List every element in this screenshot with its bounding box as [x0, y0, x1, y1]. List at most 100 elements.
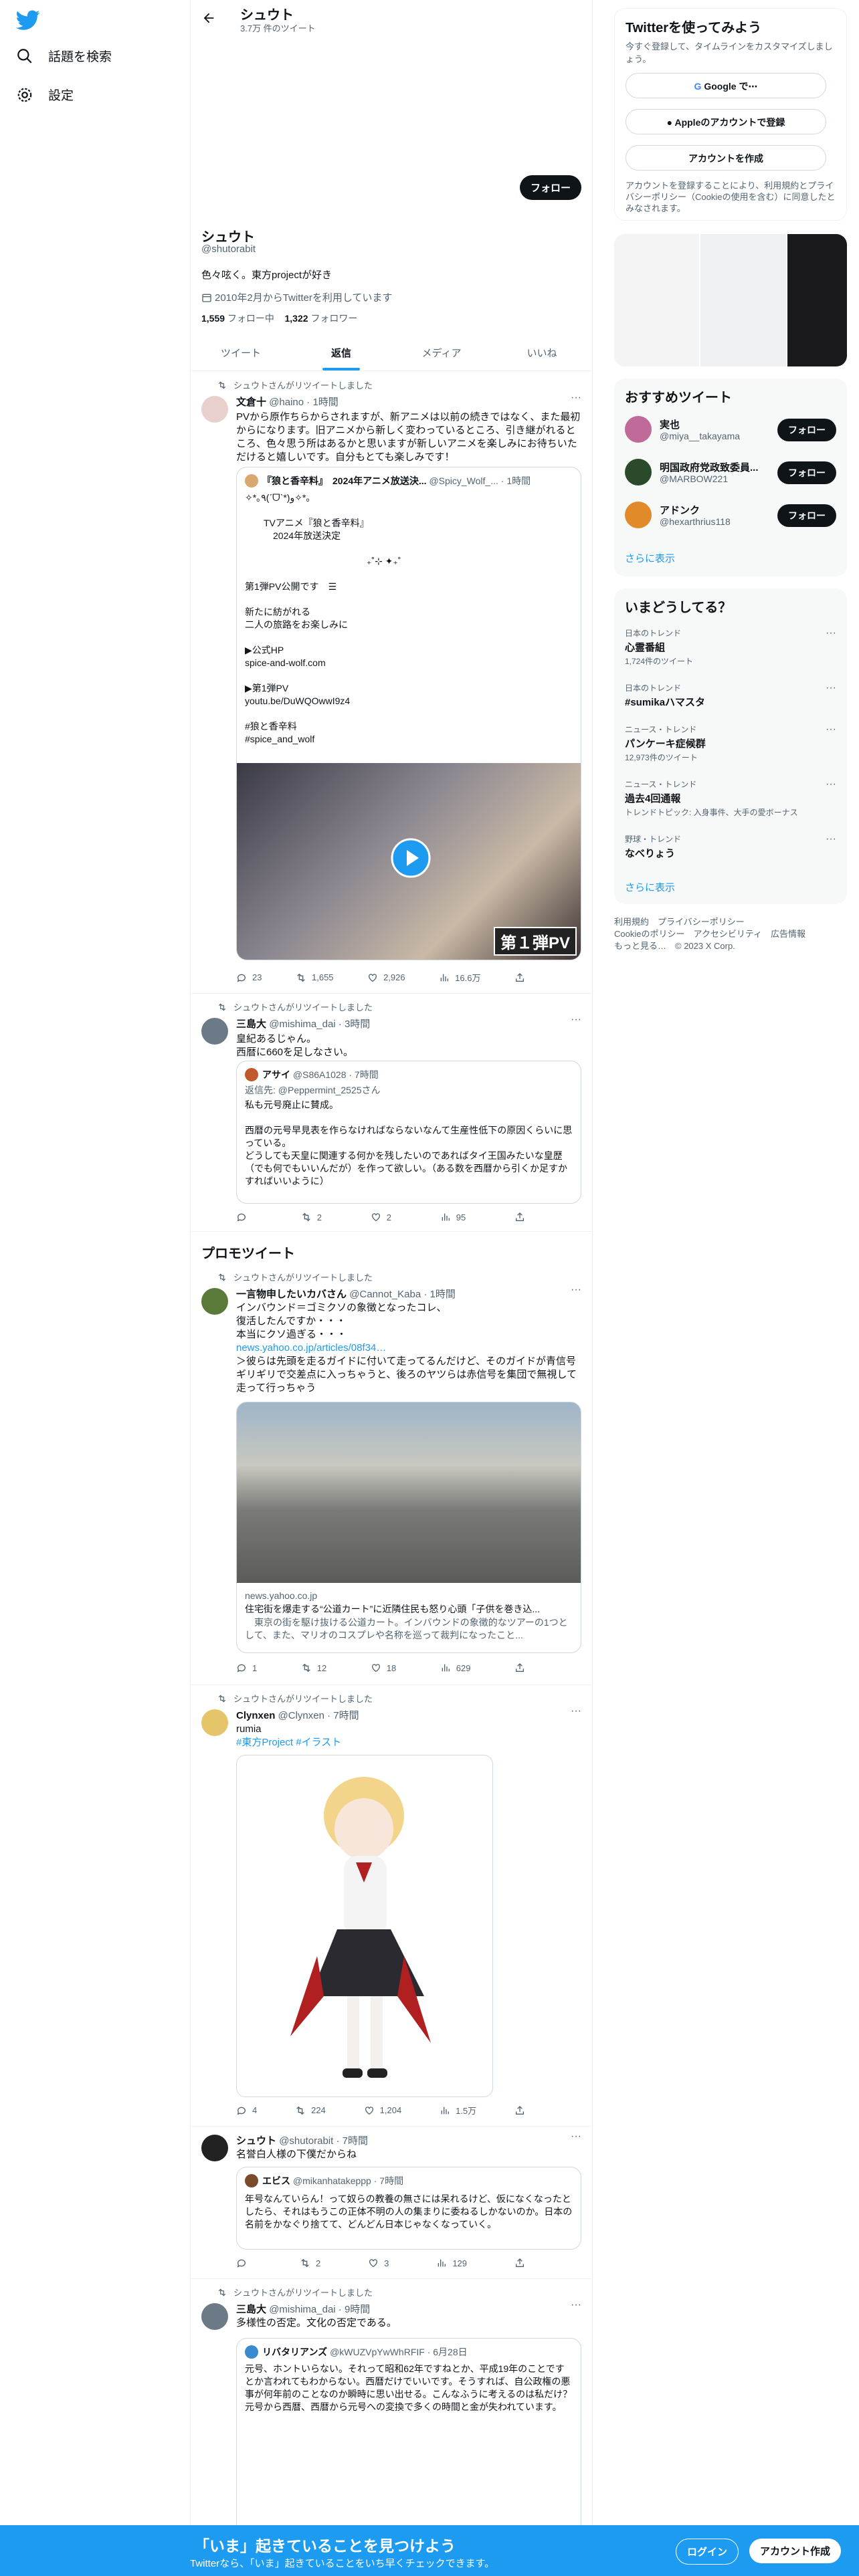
play-icon[interactable] — [391, 838, 431, 878]
apple-signup-button[interactable]: ● Appleのアカウントで登録 — [626, 109, 826, 134]
reply-button[interactable]: 1 — [236, 1662, 257, 1673]
profile-handle: @shutorabit — [201, 243, 256, 255]
more-options-icon[interactable]: ··· — [571, 1284, 581, 1296]
following-link[interactable]: 1,559 フォロー中 — [201, 313, 274, 324]
who-item[interactable]: 明国政府党政致委員... @MARBOW221 フォロー — [625, 456, 836, 488]
signup-button[interactable]: アカウント作成 — [749, 2539, 842, 2563]
google-signup-button[interactable]: G Google で⋯ — [626, 73, 826, 98]
trends-show-more[interactable]: さらに表示 — [625, 880, 675, 894]
avatar[interactable] — [201, 1018, 228, 1045]
retweet-button[interactable]: 1,655 — [296, 971, 334, 984]
avatar[interactable] — [201, 2303, 228, 2330]
who-follow-button[interactable]: フォロー — [777, 419, 836, 441]
twitter-logo-icon[interactable] — [16, 8, 40, 32]
trend-item[interactable]: 野球・トレンド なべりょう ··· — [625, 833, 836, 861]
tweet-4[interactable]: シュウトさんがリツイートしました Clynxen @Clynxen · 7時間 … — [191, 1685, 592, 2127]
tweet-author[interactable]: Clynxen @Clynxen · 7時間 — [236, 1708, 359, 1722]
tweet-3[interactable]: シュウトさんがリツイートしました 一言物申したいカバさん @Cannot_Kab… — [191, 1268, 592, 1685]
like-button[interactable]: 3 — [368, 2258, 389, 2268]
media-thumb[interactable] — [700, 234, 786, 366]
avatar[interactable] — [625, 459, 652, 486]
like-button[interactable]: 18 — [371, 1662, 396, 1673]
retweet-button[interactable]: 224 — [295, 2104, 326, 2117]
share-button[interactable] — [514, 2104, 531, 2117]
reply-button[interactable] — [236, 2258, 252, 2268]
who-item[interactable]: 実也 @miya__takayama フォロー — [625, 413, 836, 445]
share-button[interactable] — [514, 2258, 531, 2268]
more-options-icon[interactable]: ··· — [571, 392, 581, 404]
hashtags[interactable]: #東方Project #イラスト — [236, 1736, 581, 1749]
who-item[interactable]: アドンク @hexarthrius118 フォロー — [625, 499, 836, 531]
tab-replies[interactable]: 返信 — [291, 336, 391, 370]
more-options-icon[interactable]: ··· — [571, 1705, 581, 1717]
share-button[interactable] — [514, 971, 531, 984]
tweet-author[interactable]: 一言物申したいカバさん @Cannot_Kaba · 1時間 — [236, 1287, 456, 1301]
login-button[interactable]: ログイン — [676, 2539, 739, 2565]
tweet-author[interactable]: 文倉十 @haino · 1時間 — [236, 395, 339, 409]
video-thumbnail[interactable]: 第１弾PV — [237, 763, 581, 960]
avatar[interactable] — [201, 1288, 228, 1315]
link-card[interactable]: news.yahoo.co.jp 住宅街を爆走する“公道カート”に近隣住民も怒り… — [236, 1402, 581, 1653]
avatar[interactable] — [201, 2135, 228, 2161]
footer-links[interactable]: 利用規約 プライバシーポリシー Cookieのポリシー アクセシビリティ 広告情… — [614, 916, 847, 952]
tab-tweets[interactable]: ツイート — [191, 336, 291, 370]
retweet-button[interactable]: 2 — [301, 1212, 322, 1222]
followers-link[interactable]: 1,322 フォロワー — [285, 313, 358, 324]
views-button[interactable]: 1.5万 — [440, 2104, 476, 2117]
quoted-tweet[interactable]: エビス @mikanhatakeppp · 7時間 年号なんていらん！って奴らの… — [236, 2167, 581, 2250]
avatar[interactable] — [201, 1709, 228, 1736]
quoted-tweet[interactable]: アサイ @S86A1028 · 7時間 返信先: @Peppermint_252… — [236, 1061, 581, 1204]
tweet-2[interactable]: シュウトさんがリツイートしました 三島大 @mishima_dai · 3時間 … — [191, 994, 592, 1232]
trend-item[interactable]: 日本のトレンド #sumikaハマスタ ··· — [625, 682, 836, 710]
more-options-icon[interactable]: ··· — [826, 627, 836, 639]
trend-item[interactable]: ニュース・トレンド 過去4回通報 トレンドトピック: 入身事件、大手の愛ボーナス ··… — [625, 778, 836, 818]
more-options-icon[interactable]: ··· — [571, 2299, 581, 2311]
like-button[interactable]: 2 — [371, 1212, 391, 1222]
avatar[interactable] — [625, 502, 652, 528]
back-arrow-icon[interactable] — [201, 11, 216, 25]
more-options-icon[interactable]: ··· — [826, 682, 836, 694]
retweet-button[interactable]: 2 — [300, 2258, 320, 2268]
tweet-5[interactable]: シュウト @shutorabit · 7時間 ··· 名誉白人様の下僕だからね … — [191, 2127, 592, 2279]
media-thumb[interactable] — [614, 234, 700, 366]
who-show-more[interactable]: さらに表示 — [625, 551, 675, 565]
views-button[interactable]: 95 — [440, 1212, 466, 1222]
article-link[interactable]: news.yahoo.co.jp/articles/08f34… — [236, 1341, 581, 1355]
tweet-author[interactable]: 三島大 @mishima_dai · 3時間 — [236, 1016, 370, 1031]
views-button[interactable]: 16.6万 — [439, 971, 480, 984]
more-options-icon[interactable]: ··· — [826, 833, 836, 845]
like-button[interactable]: 2,926 — [367, 971, 405, 984]
tab-likes[interactable]: いいね — [492, 336, 592, 370]
tweet-1[interactable]: シュウトさんがリツイートしました 文倉十 @haino · 1時間 ··· PV… — [191, 372, 592, 994]
share-button[interactable] — [514, 1662, 531, 1673]
tweet-author[interactable]: 三島大 @mishima_dai · 9時間 — [236, 2302, 370, 2316]
who-follow-button[interactable]: フォロー — [777, 461, 836, 484]
nav-settings[interactable]: 設定 — [16, 86, 74, 104]
avatar[interactable] — [201, 396, 228, 423]
more-options-icon[interactable]: ··· — [571, 1014, 581, 1026]
create-account-button[interactable]: アカウントを作成 — [626, 145, 826, 171]
trend-item[interactable]: 日本のトレンド 心霊番組 1,724件のツイート ··· — [625, 627, 836, 667]
tweet-author[interactable]: シュウト @shutorabit · 7時間 — [236, 2133, 368, 2147]
illustration-image[interactable] — [236, 1755, 493, 2097]
views-button[interactable]: 629 — [440, 1662, 470, 1673]
share-button[interactable] — [514, 1212, 531, 1222]
retweet-button[interactable]: 12 — [301, 1662, 326, 1673]
reply-button[interactable]: 23 — [236, 971, 262, 984]
reply-button[interactable]: 4 — [236, 2104, 257, 2117]
tab-media[interactable]: メディア — [391, 336, 492, 370]
reply-button[interactable] — [236, 1212, 252, 1222]
avatar[interactable] — [625, 416, 652, 443]
trend-item[interactable]: ニュース・トレンド パンケーキ症候群 12,973件のツイート ··· — [625, 724, 836, 763]
like-button[interactable]: 1,204 — [364, 2104, 401, 2117]
nav-explore[interactable]: 話題を検索 — [16, 47, 112, 65]
media-thumb[interactable] — [787, 234, 847, 366]
views-button[interactable]: 129 — [436, 2258, 467, 2268]
media-grid[interactable] — [614, 234, 847, 366]
follow-button[interactable]: フォロー — [519, 175, 581, 200]
more-options-icon[interactable]: ··· — [826, 724, 836, 736]
who-follow-button[interactable]: フォロー — [777, 504, 836, 527]
quoted-tweet[interactable]: 『狼と香辛料』 2024年アニメ放送決... @Spicy_Wolf_... ·… — [236, 467, 581, 960]
more-options-icon[interactable]: ··· — [571, 2131, 581, 2143]
more-options-icon[interactable]: ··· — [826, 778, 836, 790]
